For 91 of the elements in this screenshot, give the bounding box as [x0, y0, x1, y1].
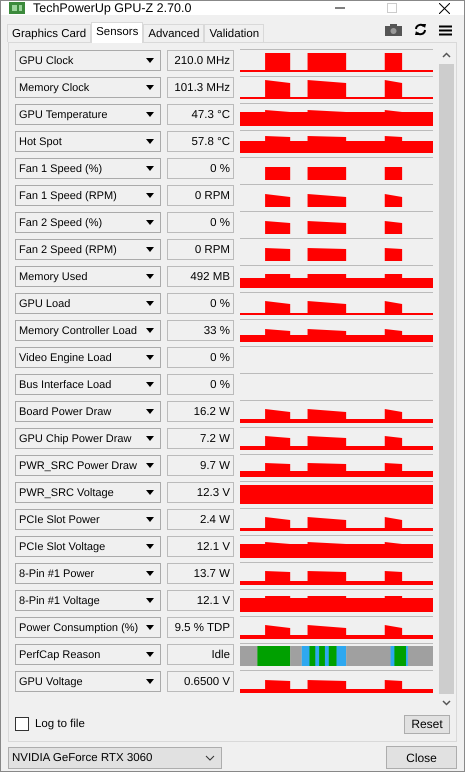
- dropdown-arrow-icon: [146, 274, 154, 279]
- maximize-icon: [387, 3, 397, 13]
- dropdown-arrow-icon: [146, 625, 154, 630]
- sensor-value: 33 %: [167, 320, 234, 341]
- dropdown-arrow-icon: [146, 139, 154, 144]
- sensor-dropdown[interactable]: Memory Controller Load: [15, 320, 161, 341]
- sensor-dropdown[interactable]: Bus Interface Load: [15, 374, 161, 395]
- sensor-dropdown[interactable]: Fan 2 Speed (%): [15, 212, 161, 233]
- sensor-value: 13.7 W: [167, 563, 234, 584]
- tab[interactable]: Sensors: [91, 22, 144, 43]
- checkbox-label[interactable]: Log to file: [35, 718, 85, 730]
- sensor-dropdown[interactable]: 8-Pin #1 Voltage: [15, 590, 161, 611]
- dropdown-arrow-icon: [146, 409, 154, 414]
- sensor-dropdown[interactable]: Fan 1 Speed (%): [15, 158, 161, 179]
- sensor-dropdown[interactable]: GPU Voltage: [15, 671, 161, 692]
- dropdown-arrow-icon: [146, 58, 154, 63]
- checkbox[interactable]: [15, 717, 29, 731]
- menu-icon[interactable]: [439, 25, 452, 36]
- sensor-value: 57.8 °C: [167, 131, 234, 152]
- sensor-dropdown[interactable]: Video Engine Load: [15, 347, 161, 368]
- dropdown-arrow-icon: [146, 85, 154, 90]
- dropdown-arrow-icon: [146, 247, 154, 252]
- dropdown-arrow-icon: [146, 463, 154, 468]
- sensor-value: 0 RPM: [167, 239, 234, 260]
- chevron-down-icon: [205, 754, 215, 760]
- dropdown-arrow-icon: [146, 328, 154, 333]
- refresh-icon[interactable]: [414, 23, 427, 36]
- dropdown-arrow-icon: [146, 166, 154, 171]
- sensor-dropdown[interactable]: Memory Used: [15, 266, 161, 287]
- dropdown-arrow-icon: [146, 112, 154, 117]
- graphics-card-icon: [9, 2, 25, 14]
- sensor-value: 12.1 V: [167, 536, 234, 557]
- sensor-dropdown[interactable]: GPU Chip Power Draw: [15, 428, 161, 449]
- dropdown-arrow-icon: [146, 193, 154, 198]
- sensor-dropdown[interactable]: GPU Clock: [15, 50, 161, 71]
- sensor-value: 16.2 W: [167, 401, 234, 422]
- sensor-value: 0 %: [167, 212, 234, 233]
- sensor-value: 9.5 % TDP: [167, 617, 234, 638]
- dropdown-arrow-icon: [146, 598, 154, 603]
- scroll-down-icon[interactable]: [442, 700, 451, 706]
- dropdown-arrow-icon: [146, 652, 154, 657]
- sensor-value: 2.4 W: [167, 509, 234, 530]
- sensor-value: 12.1 V: [167, 590, 234, 611]
- dropdown-arrow-icon: [146, 382, 154, 387]
- sensor-dropdown[interactable]: PCIe Slot Power: [15, 509, 161, 530]
- close-button[interactable]: Close: [386, 746, 457, 769]
- dropdown-arrow-icon: [146, 571, 154, 576]
- sensor-dropdown[interactable]: PWR_SRC Voltage: [15, 482, 161, 503]
- sensor-dropdown[interactable]: Fan 2 Speed (RPM): [15, 239, 161, 260]
- sensor-dropdown[interactable]: Board Power Draw: [15, 401, 161, 422]
- tab[interactable]: Advanced: [143, 24, 204, 42]
- dropdown-arrow-icon: [146, 679, 154, 684]
- sensor-value: 9.7 W: [167, 455, 234, 476]
- reset-button[interactable]: Reset: [404, 714, 450, 734]
- sensor-dropdown[interactable]: Power Consumption (%): [15, 617, 161, 638]
- tab[interactable]: Validation: [204, 24, 264, 42]
- sensor-dropdown[interactable]: PCIe Slot Voltage: [15, 536, 161, 557]
- dropdown-arrow-icon: [146, 220, 154, 225]
- sensor-dropdown[interactable]: GPU Load: [15, 293, 161, 314]
- sensor-value: 0 %: [167, 158, 234, 179]
- sensor-value: 101.3 MHz: [167, 77, 234, 98]
- dropdown-arrow-icon: [146, 301, 154, 306]
- sensor-dropdown[interactable]: Hot Spot: [15, 131, 161, 152]
- close-icon[interactable]: [439, 2, 450, 14]
- sensor-value: 0 %: [167, 374, 234, 395]
- dropdown-arrow-icon: [146, 490, 154, 495]
- sensor-value: 0 %: [167, 293, 234, 314]
- sensor-value: Idle: [167, 644, 234, 665]
- dropdown-arrow-icon: [146, 517, 154, 522]
- sensor-value: 12.3 V: [167, 482, 234, 503]
- sensor-dropdown[interactable]: Fan 1 Speed (RPM): [15, 185, 161, 206]
- sensor-value: 0 RPM: [167, 185, 234, 206]
- window-title: TechPowerUp GPU-Z 2.70.0: [33, 1, 192, 15]
- dropdown-arrow-icon: [146, 436, 154, 441]
- camera-icon[interactable]: [385, 24, 402, 36]
- dropdown-arrow-icon: [146, 544, 154, 549]
- sensor-dropdown[interactable]: GPU Temperature: [15, 104, 161, 125]
- tab[interactable]: Graphics Card: [7, 24, 92, 42]
- sensor-value: 47.3 °C: [167, 104, 234, 125]
- sensor-value: 0.6500 V: [167, 671, 234, 692]
- sensor-dropdown[interactable]: PerfCap Reason: [15, 644, 161, 665]
- device-dropdown[interactable]: NVIDIA GeForce RTX 3060: [8, 746, 222, 768]
- dropdown-arrow-icon: [146, 355, 154, 360]
- sensor-value: 7.2 W: [167, 428, 234, 449]
- sensor-value: 492 MB: [167, 266, 234, 287]
- sensor-value: 0 %: [167, 347, 234, 368]
- sensor-dropdown[interactable]: 8-Pin #1 Power: [15, 563, 161, 584]
- sensor-value: 210.0 MHz: [167, 50, 234, 71]
- scroll-up-icon[interactable]: [442, 52, 451, 58]
- sensor-dropdown[interactable]: Memory Clock: [15, 77, 161, 98]
- sensor-dropdown[interactable]: PWR_SRC Power Draw: [15, 455, 161, 476]
